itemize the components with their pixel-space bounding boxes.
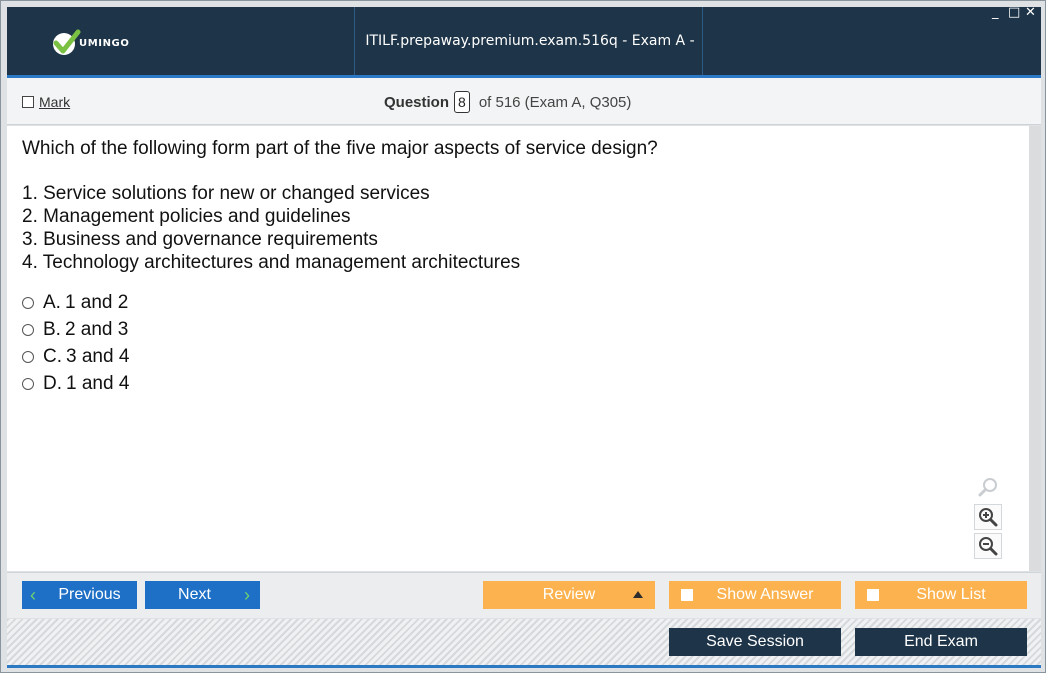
chevron-right-icon: ›: [244, 585, 250, 605]
question-item: 2. Management policies and guidelines: [22, 206, 351, 227]
previous-button[interactable]: ‹ Previous: [22, 581, 137, 609]
previous-label: Previous: [58, 586, 121, 603]
show-list-label: Show List: [916, 586, 986, 603]
vumingo-logo: UMINGO: [51, 25, 181, 61]
radio-icon[interactable]: [22, 296, 34, 309]
checkbox-icon[interactable]: [867, 589, 879, 601]
option-text: 1 and 4: [66, 372, 130, 394]
question-item: 1. Service solutions for new or changed …: [22, 183, 430, 204]
title-divider-right: [702, 7, 703, 75]
option-text: 3 and 4: [66, 345, 130, 367]
review-button[interactable]: Review: [483, 581, 655, 609]
review-label: Review: [542, 586, 596, 603]
logo-text: UMINGO: [79, 38, 130, 49]
footer-bar: Save Session End Exam: [7, 619, 1041, 665]
zoom-in-icon[interactable]: [974, 504, 1002, 530]
question-number-input[interactable]: 8: [454, 91, 470, 113]
question-text: Which of the following form part of the …: [22, 138, 658, 159]
maximize-button[interactable]: □: [1008, 5, 1020, 20]
answer-options: A. 1 and 2 B. 2 and 3 C. 3 and 4 D. 1 an…: [22, 289, 129, 397]
window-title: ITILF.prepaway.premium.exam.516q - Exam …: [365, 33, 695, 117]
chevron-left-icon: ‹: [30, 585, 36, 605]
question-word: Question: [384, 93, 450, 111]
vertical-scrollbar[interactable]: [1029, 126, 1041, 571]
minimize-button[interactable]: _: [992, 5, 999, 20]
close-button[interactable]: ✕: [1025, 5, 1036, 20]
radio-icon[interactable]: [22, 350, 34, 363]
zoom-out-icon[interactable]: [974, 533, 1002, 559]
option-b[interactable]: B. 2 and 3: [22, 316, 129, 343]
option-c[interactable]: C. 3 and 4: [22, 343, 129, 370]
checkbox-icon[interactable]: [22, 96, 34, 108]
navigation-toolbar: ‹ Previous Next › Review Show Answer Sho…: [7, 572, 1041, 618]
next-label: Next: [178, 586, 211, 603]
footer-accent-line: [7, 665, 1041, 668]
question-item: 4. Technology architectures and manageme…: [22, 252, 521, 273]
option-letter: B.: [43, 318, 61, 340]
title-bar: UMINGO ITILF.prepaway.premium.exam.516q …: [7, 7, 1041, 117]
mark-label: Mark: [39, 94, 71, 110]
next-button[interactable]: Next ›: [145, 581, 260, 609]
mark-checkbox[interactable]: Mark: [22, 94, 70, 110]
zoom-reset-icon[interactable]: [974, 474, 1002, 500]
checkmark-logo-icon: [53, 29, 81, 55]
option-d[interactable]: D. 1 and 4: [22, 370, 129, 397]
checkbox-icon[interactable]: [681, 589, 693, 601]
question-content: Which of the following form part of the …: [7, 126, 1029, 571]
radio-icon[interactable]: [22, 377, 34, 390]
option-letter: C.: [43, 345, 62, 367]
question-of-label: of 516 (Exam A, Q305): [478, 93, 632, 111]
option-text: 1 and 2: [64, 291, 129, 313]
option-a[interactable]: A. 1 and 2: [22, 289, 129, 316]
show-list-button[interactable]: Show List: [855, 581, 1027, 609]
question-item: 3. Business and governance requirements: [22, 229, 378, 250]
option-letter: D.: [43, 372, 62, 394]
app-window: UMINGO ITILF.prepaway.premium.exam.516q …: [0, 0, 1046, 673]
caret-up-icon: [633, 591, 643, 598]
question-items: 1. Service solutions for new or changed …: [22, 182, 520, 274]
option-text: 2 and 3: [64, 318, 129, 340]
show-answer-label: Show Answer: [716, 586, 814, 603]
end-exam-button[interactable]: End Exam: [855, 628, 1027, 656]
question-header: Mark Question 8 of 516 (Exam A, Q305): [7, 78, 1041, 125]
radio-icon[interactable]: [22, 323, 34, 336]
option-letter: A.: [43, 291, 61, 313]
question-counter: Question 8 of 516 (Exam A, Q305): [384, 89, 631, 115]
show-answer-button[interactable]: Show Answer: [669, 581, 841, 609]
save-session-button[interactable]: Save Session: [669, 628, 841, 656]
